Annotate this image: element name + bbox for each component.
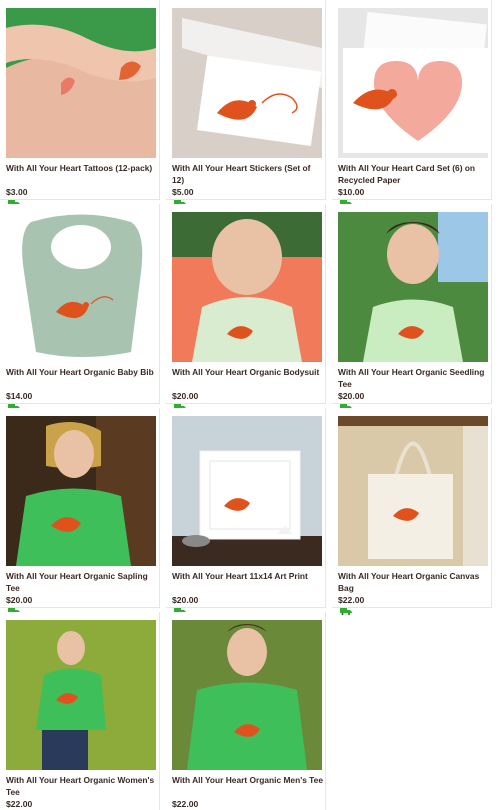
product-price: $22.00 bbox=[6, 799, 33, 809]
product-image-card-set[interactable] bbox=[338, 8, 488, 158]
product-image-canvas-bag[interactable] bbox=[338, 416, 488, 566]
product-price: $14.00 bbox=[6, 391, 33, 401]
product-price: $5.00 bbox=[172, 187, 194, 197]
product-price: $20.00 bbox=[6, 595, 33, 605]
product-card[interactable]: With All Your Heart Tattoos (12-pack) $3… bbox=[0, 0, 160, 207]
product-price: $22.00 bbox=[338, 595, 365, 605]
product-image-tattoos[interactable] bbox=[6, 8, 156, 158]
truck-icon bbox=[340, 607, 352, 615]
product-title[interactable]: With All Your Heart Organic Baby Bib bbox=[6, 366, 158, 378]
product-title[interactable]: With All Your Heart Organic Men's Tee bbox=[172, 774, 324, 786]
product-card[interactable]: With All Your Heart Organic Men's Tee $2… bbox=[166, 612, 326, 810]
product-title[interactable]: With All Your Heart Organic Bodysuit bbox=[172, 366, 324, 378]
product-price: $20.00 bbox=[338, 391, 365, 401]
product-image-womens-tee[interactable] bbox=[6, 620, 156, 770]
product-title[interactable]: With All Your Heart Card Set (6) on Recy… bbox=[338, 162, 490, 186]
product-card[interactable]: With All Your Heart Stickers (Set of 12)… bbox=[166, 0, 326, 207]
product-grid: With All Your Heart Tattoos (12-pack) $3… bbox=[0, 0, 500, 810]
product-image-mens-tee[interactable] bbox=[172, 620, 322, 770]
product-card[interactable]: With All Your Heart Card Set (6) on Recy… bbox=[332, 0, 492, 207]
product-title[interactable]: With All Your Heart Organic Seedling Tee bbox=[338, 366, 490, 390]
product-price: $10.00 bbox=[338, 187, 365, 197]
product-image-bodysuit[interactable] bbox=[172, 212, 322, 362]
product-title[interactable]: With All Your Heart 11x14 Art Print bbox=[172, 570, 324, 582]
product-price: $3.00 bbox=[6, 187, 28, 197]
product-image-sapling-tee[interactable] bbox=[6, 416, 156, 566]
product-title[interactable]: With All Your Heart Organic Women's Tee bbox=[6, 774, 158, 798]
product-card[interactable]: With All Your Heart 11x14 Art Print $20.… bbox=[166, 408, 326, 615]
product-image-baby-bib[interactable] bbox=[6, 212, 156, 362]
product-title[interactable]: With All Your Heart Organic Canvas Bag bbox=[338, 570, 490, 594]
product-price: $22.00 bbox=[172, 799, 199, 809]
product-image-seedling-tee[interactable] bbox=[338, 212, 488, 362]
product-card[interactable]: With All Your Heart Organic Canvas Bag $… bbox=[332, 408, 492, 615]
product-card[interactable]: With All Your Heart Organic Women's Tee … bbox=[0, 612, 160, 810]
product-title[interactable]: With All Your Heart Stickers (Set of 12) bbox=[172, 162, 324, 186]
product-card[interactable]: With All Your Heart Organic Bodysuit $20… bbox=[166, 204, 326, 411]
product-price: $20.00 bbox=[172, 595, 199, 605]
product-price: $20.00 bbox=[172, 391, 199, 401]
product-card[interactable]: With All Your Heart Organic Seedling Tee… bbox=[332, 204, 492, 411]
product-card[interactable]: With All Your Heart Organic Baby Bib $14… bbox=[0, 204, 160, 411]
product-title[interactable]: With All Your Heart Organic Sapling Tee bbox=[6, 570, 158, 594]
product-title[interactable]: With All Your Heart Tattoos (12-pack) bbox=[6, 162, 158, 174]
product-image-stickers[interactable] bbox=[172, 8, 322, 158]
product-image-art-print[interactable] bbox=[172, 416, 322, 566]
product-card[interactable]: With All Your Heart Organic Sapling Tee … bbox=[0, 408, 160, 615]
